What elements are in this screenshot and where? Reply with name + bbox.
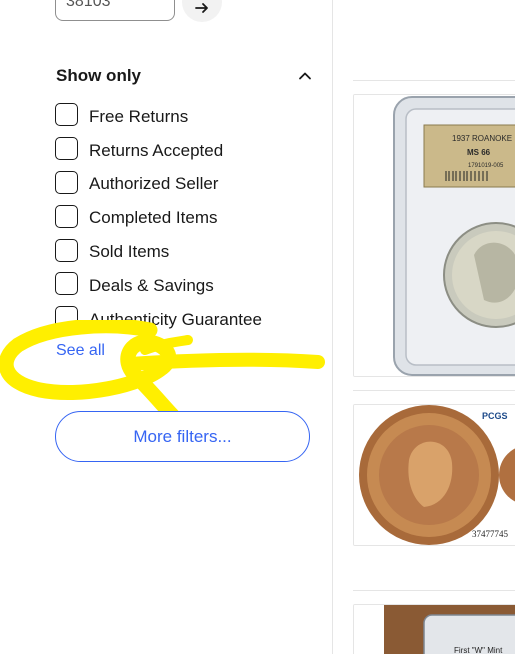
pcgs-brand: PCGS	[482, 411, 508, 421]
product-image[interactable]: PCGS 37477745	[353, 404, 515, 546]
filter-option-label: Sold Items	[89, 242, 170, 262]
filter-option-sold-items[interactable]: Sold Items	[55, 236, 262, 270]
filter-page: 38103 Show only Free Returns Returns Acc…	[0, 0, 515, 654]
product-image[interactable]: First "W" Mint	[353, 604, 515, 654]
result-divider	[353, 390, 515, 391]
checkbox[interactable]	[55, 103, 78, 127]
checkbox[interactable]	[55, 170, 78, 194]
filter-option-completed-items[interactable]: Completed Items	[55, 202, 262, 236]
checkbox[interactable]	[55, 238, 78, 262]
filter-option-label: Free Returns	[89, 106, 189, 126]
slab-cert-number: 1791019-005	[468, 163, 504, 169]
filter-option-free-returns[interactable]: Free Returns	[55, 101, 262, 135]
slab-label-line1: 1937 ROANOKE	[452, 134, 512, 143]
case-label: First "W" Mint	[454, 646, 503, 654]
show-only-options: Free Returns Returns Accepted Authorized…	[55, 101, 262, 338]
product-image[interactable]: 1937 ROANOKE MS 66 1791019-005	[353, 94, 515, 377]
slab-label-line2: MS 66	[467, 148, 491, 157]
filter-option-authorized-seller[interactable]: Authorized Seller	[55, 169, 262, 203]
column-divider	[332, 0, 333, 654]
show-only-heading: Show only	[56, 66, 141, 85]
see-all-link[interactable]: See all	[56, 342, 105, 360]
checkbox[interactable]	[55, 137, 78, 161]
filter-option-label: Returns Accepted	[89, 140, 224, 160]
chevron-up-icon[interactable]	[297, 68, 313, 84]
filter-option-returns-accepted[interactable]: Returns Accepted	[55, 135, 262, 169]
checkbox[interactable]	[55, 306, 78, 330]
coin-pcgs-image: PCGS 37477745	[354, 405, 515, 545]
checkbox[interactable]	[55, 272, 78, 296]
zip-code-input[interactable]: 38103	[55, 0, 175, 21]
pcgs-cert-number: 37477745	[472, 529, 509, 539]
filter-option-deals-savings[interactable]: Deals & Savings	[55, 270, 262, 304]
filter-option-label: Completed Items	[89, 208, 218, 228]
arrow-right-icon	[195, 3, 208, 13]
filter-option-authenticity-guarantee[interactable]: Authenticity Guarantee	[55, 304, 262, 338]
coin-case-image: First "W" Mint	[354, 605, 515, 654]
zip-code-value: 38103	[66, 0, 111, 10]
filter-option-label: Deals & Savings	[89, 275, 214, 295]
checkbox[interactable]	[55, 204, 78, 228]
filter-option-label: Authorized Seller	[89, 174, 219, 194]
result-divider	[353, 590, 515, 591]
result-divider	[353, 80, 515, 81]
filter-option-label: Authenticity Guarantee	[89, 309, 262, 329]
coin-slab-image: 1937 ROANOKE MS 66 1791019-005	[354, 95, 515, 376]
zip-submit-button[interactable]	[182, 0, 222, 22]
more-filters-button[interactable]: More filters...	[55, 411, 310, 462]
